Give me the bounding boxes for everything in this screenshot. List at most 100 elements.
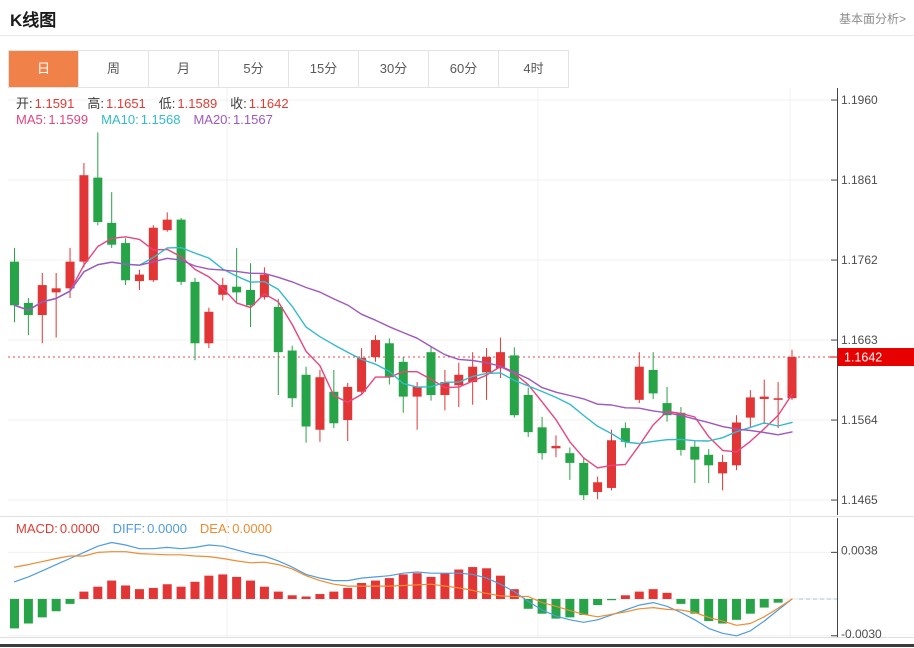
candle-body (204, 312, 213, 344)
candle-body (607, 440, 616, 488)
macd-histogram-bar (468, 567, 477, 599)
macd-axis-label: 0.0038 (841, 543, 878, 557)
candle-body (774, 398, 783, 400)
macd-histogram-bar (427, 577, 436, 599)
candle-body (649, 370, 658, 393)
macd-histogram-bar (10, 599, 19, 628)
macd-histogram-bar (357, 583, 366, 599)
macd-histogram-bar (385, 578, 394, 599)
candle-body (315, 377, 324, 430)
macd-histogram-bar (66, 599, 75, 604)
macd-histogram-bar (774, 599, 783, 603)
candle-body (357, 358, 366, 392)
candle-body (107, 223, 116, 245)
macd-histogram-bar (288, 595, 297, 599)
macd-histogram-bar (635, 592, 644, 599)
candle-body (746, 397, 755, 417)
macd-histogram-bar (218, 574, 227, 599)
price-axis-label: 1.1663 (841, 333, 878, 347)
price-axis-label: 1.1465 (841, 493, 878, 507)
candle-body (371, 340, 380, 357)
candle-body (93, 178, 102, 222)
macd-histogram-bar (190, 582, 199, 599)
candle-body (524, 395, 533, 432)
macd-histogram-bar (760, 599, 769, 608)
macd-histogram-bar (746, 599, 755, 614)
macd-axis-label: -0.0030 (841, 627, 882, 641)
candle-body (38, 285, 47, 315)
candle-body (704, 455, 713, 466)
macd-histogram-bar (607, 599, 616, 600)
macd-histogram-bar (565, 599, 574, 617)
macd-histogram-bar (38, 599, 47, 617)
candle-body (246, 290, 255, 305)
current-price-badge-label: 1.1642 (844, 351, 882, 365)
candle-body (288, 351, 297, 399)
kline-page: K线图 基本面分析> 日周月5分15分30分60分4时 1.19601.1861… (0, 0, 914, 648)
macd-histogram-bar (621, 595, 630, 599)
price-axis-label: 1.1762 (841, 253, 878, 267)
macd-histogram-bar (135, 589, 144, 599)
candle-body (413, 387, 422, 397)
candle-body (135, 275, 144, 281)
macd-histogram-bar (79, 592, 88, 599)
candle-body (399, 362, 408, 397)
macd-histogram-bar (302, 597, 311, 599)
kline-chart-svg[interactable]: 1.1960 1.1861 1.1762 1.1663 1.1564 1.1465 0.00… (0, 0, 914, 648)
candle-body (149, 228, 158, 281)
candle-body (718, 462, 727, 473)
macd-histogram-bar (260, 587, 269, 599)
ma5-line (15, 237, 793, 468)
candle-body (454, 375, 463, 386)
candle-body (565, 453, 574, 463)
candle-body (232, 287, 241, 293)
macd-histogram-bar (177, 587, 186, 599)
price-axis-label: 1.1960 (841, 93, 878, 107)
macd-histogram-bar (107, 581, 116, 599)
macd-histogram-bar (232, 577, 241, 599)
candle-body (163, 220, 172, 231)
candle-body (10, 262, 19, 306)
candle-body (177, 220, 186, 282)
macd-histogram-bar (315, 594, 324, 599)
macd-histogram-bar (399, 574, 408, 599)
macd-histogram-bar (274, 592, 283, 599)
bottom-border-bar (0, 644, 914, 647)
candle-body (635, 367, 644, 400)
candle-body (760, 397, 769, 399)
macd-histogram-bar (204, 576, 213, 599)
candle-body (510, 355, 519, 415)
candle-body (302, 375, 311, 427)
candle-body (579, 463, 588, 495)
candle-body (788, 357, 797, 398)
candle-body (690, 447, 699, 460)
macd-histogram-bar (371, 581, 380, 599)
candle-body (538, 427, 547, 453)
candle-body (482, 357, 491, 372)
price-axis-label: 1.1564 (841, 413, 878, 427)
candle-body (79, 175, 88, 261)
macd-histogram-bar (93, 587, 102, 599)
macd-histogram-bar (593, 599, 602, 605)
macd-histogram-bar (121, 585, 130, 598)
macd-histogram-bar (246, 581, 255, 599)
candle-body (676, 413, 685, 450)
candle-body (427, 352, 436, 395)
macd-histogram-bar (663, 593, 672, 599)
candle-body (52, 288, 61, 292)
candle-body (593, 482, 602, 492)
candle-body (274, 307, 283, 352)
macd-histogram-bar (163, 584, 172, 599)
macd-histogram-bar (52, 599, 61, 611)
macd-histogram-bar (24, 599, 33, 624)
macd-histogram-bar (732, 599, 741, 620)
candle-body (190, 282, 199, 343)
macd-histogram-bar (676, 599, 685, 604)
macd-histogram-bar (413, 573, 422, 599)
candle-body (121, 243, 130, 280)
candle-body (343, 387, 352, 420)
price-axis-label: 1.1861 (841, 173, 878, 187)
candle-body (551, 446, 560, 448)
macd-histogram-bar (343, 588, 352, 599)
macd-histogram-bar (329, 592, 338, 599)
